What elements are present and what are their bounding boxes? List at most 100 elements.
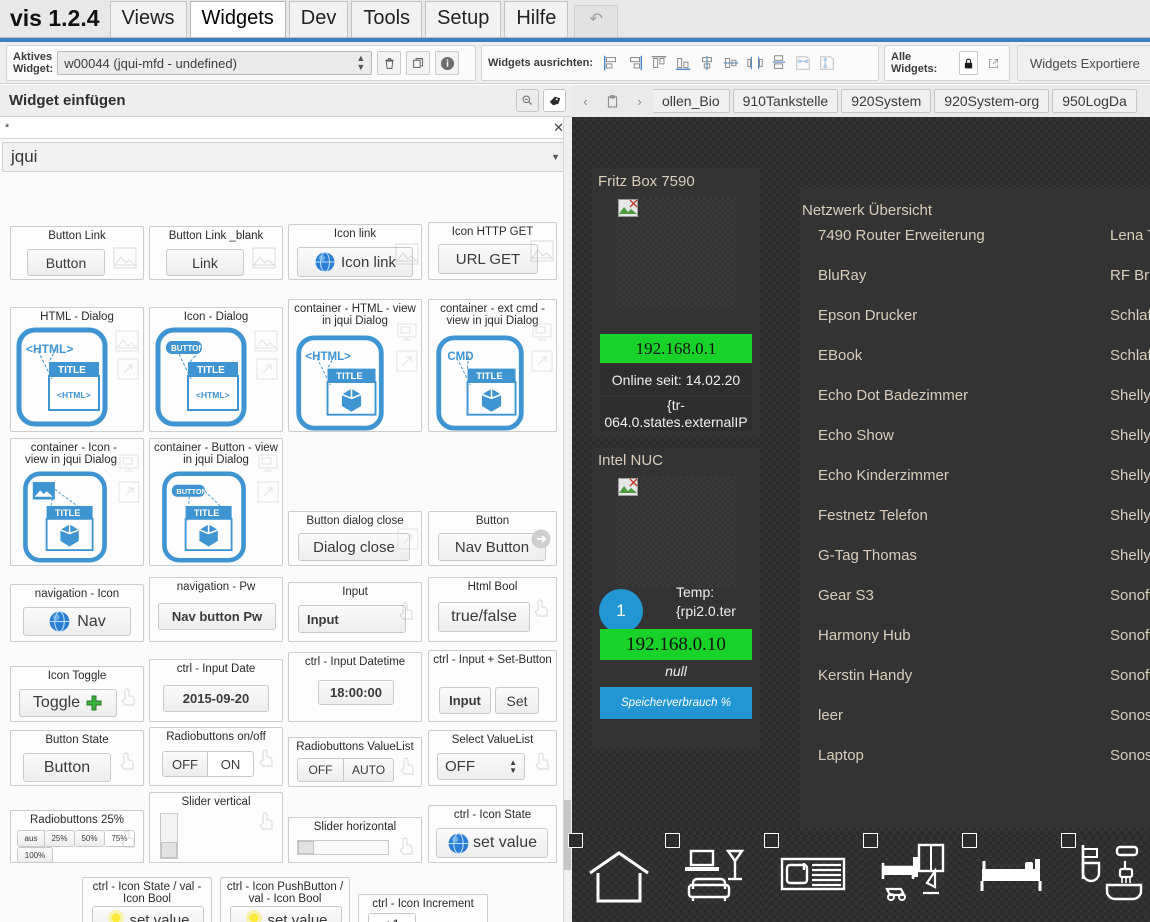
slider-horizontal-track[interactable] — [297, 840, 389, 855]
widget-preview-button[interactable]: Link — [166, 249, 244, 276]
intel-nuc-card[interactable]: Intel NUC Temp: {rpi2.0.ter 1 192.168.0.… — [592, 448, 760, 746]
segment-25[interactable]: 25% — [45, 830, 75, 847]
nav-kinderzimmer[interactable] — [863, 833, 960, 913]
segment-on[interactable]: ON — [208, 751, 254, 777]
list-item[interactable]: Kerstin Handy — [818, 667, 912, 684]
widget-card[interactable]: Icon Toggle Toggle — [10, 666, 144, 722]
export-widgets-button[interactable]: Widgets Exportiere — [1017, 45, 1150, 81]
widget-preview-button[interactable]: URL GET — [438, 244, 538, 274]
fritz-box-card[interactable]: Fritz Box 7590 192.168.0.1 Online seit: … — [592, 169, 760, 434]
widget-preview-input[interactable]: Input — [439, 687, 491, 714]
widget-preview-button[interactable]: set value — [92, 906, 204, 922]
list-item[interactable]: Shelly — [1110, 507, 1150, 524]
slider-vertical-handle[interactable] — [161, 842, 177, 858]
nav-wohnzimmer[interactable] — [665, 833, 762, 913]
list-item[interactable]: Shelly — [1110, 427, 1150, 444]
widget-card[interactable]: Button Link _blank Link — [149, 226, 283, 280]
align-center-vertical-icon[interactable] — [720, 51, 742, 75]
list-item[interactable]: 7490 Router Erweiterung — [818, 227, 985, 244]
list-item[interactable]: Shelly — [1110, 547, 1150, 564]
list-item[interactable]: RF Bri — [1110, 267, 1150, 284]
clipboard-icon[interactable] — [599, 85, 626, 117]
segment-50[interactable]: 50% — [75, 830, 105, 847]
segment-100[interactable]: 100% — [17, 847, 53, 863]
widget-card[interactable]: HTML - Dialog <HTML> TITLE <HTML> — [10, 307, 144, 432]
widget-card[interactable]: container - HTML - view in jqui Dialog <… — [288, 299, 422, 432]
nav-select-handle[interactable] — [665, 833, 680, 848]
widget-preview-set-button[interactable]: Set — [495, 687, 539, 714]
widget-preview-button[interactable]: set value — [436, 828, 548, 858]
menu-tools[interactable]: Tools — [351, 1, 423, 37]
widget-preview-button[interactable]: Nav — [23, 607, 131, 636]
chevron-left-icon[interactable]: ‹ — [572, 85, 599, 117]
list-item[interactable]: Echo Dot Badezimmer — [818, 387, 968, 404]
menu-setup[interactable]: Setup — [425, 1, 502, 37]
widget-preview-input[interactable]: Input — [298, 605, 406, 633]
widget-card[interactable]: ctrl - Icon State set value — [428, 805, 557, 863]
palette-filter-value[interactable]: * — [0, 122, 9, 134]
align-left-icon[interactable] — [600, 51, 622, 75]
nav-schlafzimmer[interactable] — [962, 833, 1059, 913]
menu-hilfe[interactable]: Hilfe — [504, 1, 569, 37]
nav-home[interactable] — [568, 833, 665, 913]
list-item[interactable]: Gear S3 — [818, 587, 874, 604]
widget-preview-button[interactable]: 18:00:00 — [318, 680, 394, 705]
widget-set-select[interactable]: jqui ▼ — [2, 142, 569, 172]
widget-preview-button[interactable]: Dialog close — [298, 533, 410, 561]
list-item[interactable]: Shelly — [1110, 387, 1150, 404]
nav-select-handle[interactable] — [962, 833, 977, 848]
intel-nuc-memory-button[interactable]: Speicherverbrauch % — [600, 687, 752, 719]
distribute-vertical-icon[interactable] — [768, 51, 790, 75]
widget-card[interactable]: ctrl - Input + Set-Button Input Set — [428, 650, 557, 722]
menu-views[interactable]: Views — [109, 1, 187, 37]
widget-card[interactable]: Icon link Icon link — [288, 224, 422, 280]
menu-dev[interactable]: Dev — [288, 1, 349, 37]
view-tab-910tankstelle[interactable]: 910Tankstelle — [732, 89, 839, 113]
align-top-icon[interactable] — [648, 51, 670, 75]
widget-preview-button[interactable]: +1 — [368, 913, 416, 922]
distribute-horizontal-icon[interactable] — [744, 51, 766, 75]
list-item[interactable]: BluRay — [818, 267, 866, 284]
widget-card[interactable]: ctrl - Icon Increment +1 — [358, 894, 488, 922]
widget-card[interactable]: Html Bool true/false — [428, 577, 557, 642]
widget-card[interactable]: Select ValueList OFF ▲ ▼ — [428, 730, 557, 786]
segment-off[interactable]: OFF — [297, 758, 344, 782]
nav-select-handle[interactable] — [764, 833, 779, 848]
list-item[interactable]: Sonoff — [1110, 667, 1150, 684]
intel-nuc-badge[interactable]: 1 — [599, 589, 643, 633]
widget-card[interactable]: Button Link Button — [10, 226, 144, 280]
nav-badezimmer[interactable] — [1061, 833, 1150, 913]
undo-icon[interactable]: ↶ — [574, 5, 618, 37]
widget-card[interactable]: Radiobuttons ValueList OFF AUTO — [288, 737, 422, 787]
list-item[interactable]: Schlaf — [1110, 347, 1150, 364]
widget-card[interactable]: navigation - Icon Nav — [10, 584, 144, 642]
search-minus-icon[interactable] — [516, 89, 539, 112]
slider-vertical-track[interactable] — [160, 813, 178, 859]
widget-card[interactable]: Button dialog close Dialog close — [288, 511, 422, 566]
widget-card[interactable]: ctrl - Input Datetime 18:00:00 — [288, 652, 422, 722]
list-item[interactable]: Sonoff — [1110, 587, 1150, 604]
list-item[interactable]: Schlaf — [1110, 307, 1150, 324]
trash-icon[interactable] — [377, 51, 402, 75]
active-widget-select[interactable]: w00044 (jqui-mfd - undefined) ▲ ▼ — [57, 51, 373, 75]
nav-select-handle[interactable] — [863, 833, 878, 848]
copy-icon[interactable] — [406, 51, 431, 75]
align-bottom-icon[interactable] — [672, 51, 694, 75]
list-item[interactable]: Laptop — [818, 747, 864, 764]
segment-off[interactable]: OFF — [162, 751, 208, 777]
chevron-right-icon[interactable]: › — [626, 85, 653, 117]
widget-preview-button[interactable]: true/false — [438, 602, 530, 632]
widget-card[interactable]: ctrl - Icon PushButton / val - Icon Bool… — [220, 877, 350, 922]
widget-card[interactable]: Radiobuttons 25% aus 25% 50% 75% 100% — [10, 810, 144, 863]
widget-card[interactable]: Button Nav Button — [428, 511, 557, 566]
list-item[interactable]: Lena T — [1110, 227, 1150, 244]
widget-card[interactable]: ctrl - Icon State / val - Icon Bool set … — [82, 877, 212, 922]
widget-card[interactable]: Icon - Dialog BUTTON TITLE <HTML> — [149, 307, 283, 432]
same-width-icon[interactable] — [792, 51, 814, 75]
widget-preview-button[interactable]: Toggle — [19, 689, 117, 717]
widget-preview-button[interactable]: 2015-09-20 — [163, 685, 269, 712]
list-item[interactable]: Sonos — [1110, 707, 1150, 724]
widget-card[interactable]: Slider vertical — [149, 792, 283, 863]
list-item[interactable]: Festnetz Telefon — [818, 507, 928, 524]
widget-card[interactable]: Input Input — [288, 582, 422, 642]
